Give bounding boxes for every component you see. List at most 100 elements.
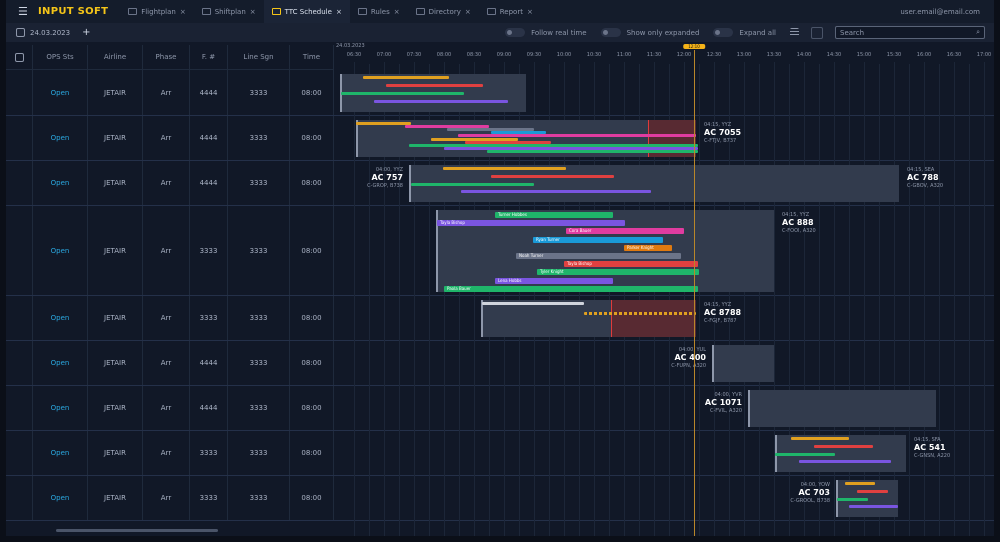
task-bar[interactable] bbox=[849, 505, 898, 509]
flight-label[interactable]: 04:00, YYZ AC 757 C-GROP, B738 bbox=[367, 166, 403, 190]
row-select-cell[interactable] bbox=[6, 386, 33, 430]
row-select-cell[interactable] bbox=[6, 161, 33, 205]
grid-line bbox=[984, 62, 985, 536]
row-select-cell[interactable] bbox=[6, 70, 33, 115]
task-bar[interactable] bbox=[458, 134, 696, 138]
labeled-task-bar[interactable]: Tyler Knight bbox=[537, 269, 699, 276]
dashed-task-bar[interactable] bbox=[584, 312, 696, 315]
column-header[interactable]: Line Sgn bbox=[228, 45, 290, 69]
task-bar[interactable] bbox=[443, 167, 566, 170]
ops-status[interactable]: Open bbox=[33, 70, 88, 115]
tab-ttc-schedule[interactable]: TTC Schedule × bbox=[263, 0, 350, 23]
tab-shiftplan[interactable]: Shiftplan × bbox=[194, 0, 264, 23]
task-bar[interactable] bbox=[363, 76, 449, 79]
ops-status[interactable]: Open bbox=[33, 161, 88, 205]
task-bar[interactable] bbox=[356, 122, 411, 125]
task-bar[interactable] bbox=[814, 444, 873, 448]
time-tick-label: 12:30 bbox=[706, 52, 722, 58]
tab-report[interactable]: Report × bbox=[479, 0, 541, 23]
toggle-label: Follow real time bbox=[531, 28, 587, 37]
task-bar[interactable] bbox=[845, 482, 875, 485]
flight-label[interactable]: 04:00, YUL AC 400 C-FUPN, A320 bbox=[671, 346, 706, 370]
ops-status[interactable]: Open bbox=[33, 476, 88, 520]
tab-directory[interactable]: Directory × bbox=[408, 0, 479, 23]
labeled-task-bar[interactable]: Tayla Bishop bbox=[437, 220, 625, 227]
ops-status[interactable]: Open bbox=[33, 296, 88, 340]
follow-real-time-toggle[interactable] bbox=[505, 28, 526, 37]
task-bar[interactable] bbox=[386, 84, 483, 87]
row-select-cell[interactable] bbox=[6, 296, 33, 340]
flight-label[interactable]: 04:15, YYZ AC 8788 C-FGJF, B787 bbox=[704, 301, 741, 325]
list-view-icon[interactable] bbox=[790, 28, 799, 37]
column-toggle-icon[interactable] bbox=[6, 45, 33, 69]
column-header[interactable]: Phase bbox=[143, 45, 190, 69]
tab-flightplan[interactable]: Flightplan × bbox=[120, 0, 194, 23]
column-header[interactable]: Time bbox=[290, 45, 334, 69]
column-header[interactable]: OPS Sts bbox=[33, 45, 88, 69]
ops-status[interactable]: Open bbox=[33, 431, 88, 475]
row-select-cell[interactable] bbox=[6, 431, 33, 475]
close-icon[interactable]: × bbox=[527, 8, 533, 16]
task-bar[interactable] bbox=[837, 497, 868, 501]
user-menu[interactable]: user.email@email.com bbox=[900, 8, 980, 16]
date-picker[interactable]: 24.03.2023 bbox=[30, 29, 70, 37]
ops-status[interactable]: Open bbox=[33, 116, 88, 160]
table-cell: 4444 bbox=[190, 386, 228, 430]
labeled-task-bar[interactable]: Tayla Bishop bbox=[564, 261, 698, 268]
time-tick-label: 13:30 bbox=[766, 52, 782, 58]
add-button[interactable]: + bbox=[82, 27, 90, 38]
row-select-cell[interactable] bbox=[6, 341, 33, 385]
labeled-task-bar[interactable]: Lena Hobbs bbox=[495, 277, 613, 284]
grid-line bbox=[939, 64, 940, 536]
tab-rules[interactable]: Rules × bbox=[350, 0, 408, 23]
task-bar[interactable] bbox=[374, 100, 508, 103]
search-input[interactable]: Search ⌕ bbox=[835, 26, 985, 39]
flight-label[interactable]: 04:15, YYZ AC 7055 C-FTJV, B737 bbox=[704, 121, 741, 145]
flight-label[interactable]: 04:15, SFA AC 541 C-GNSN, A220 bbox=[914, 436, 950, 460]
task-bar[interactable] bbox=[487, 149, 698, 153]
labeled-task-bar[interactable]: Ryan Turner bbox=[533, 236, 663, 243]
flight-label[interactable]: 04:15, YYZ AC 888 C-FOOI, A320 bbox=[782, 211, 816, 235]
labeled-task-bar[interactable]: Turner Hobbes bbox=[495, 212, 613, 218]
task-bar[interactable] bbox=[411, 182, 534, 186]
row-select-cell[interactable] bbox=[6, 476, 33, 520]
column-header[interactable]: F. # bbox=[190, 45, 228, 69]
row-select-cell[interactable] bbox=[6, 206, 33, 295]
grid-line bbox=[969, 64, 970, 536]
ops-status[interactable]: Open bbox=[33, 341, 88, 385]
calendar-icon[interactable] bbox=[16, 28, 25, 37]
ops-status[interactable]: Open bbox=[33, 206, 88, 295]
task-bar[interactable] bbox=[491, 174, 614, 178]
column-header[interactable]: Airline bbox=[88, 45, 143, 69]
task-bar[interactable] bbox=[791, 437, 849, 440]
current-time-line bbox=[694, 50, 695, 536]
task-bar[interactable] bbox=[341, 92, 464, 95]
flight-label[interactable]: 04:15, SEA AC 788 C-GBOV, A320 bbox=[907, 166, 943, 190]
task-bar[interactable] bbox=[775, 452, 835, 456]
gantt-view-icon[interactable] bbox=[811, 26, 823, 39]
labeled-task-bar[interactable]: Parker Knight bbox=[624, 244, 672, 251]
task-bar[interactable] bbox=[799, 460, 891, 464]
close-icon[interactable]: × bbox=[180, 8, 186, 16]
close-icon[interactable]: × bbox=[250, 8, 256, 16]
flight-label[interactable]: 04:00, YOW AC 703 C-GROOL, B738 bbox=[790, 481, 830, 505]
flight-block[interactable] bbox=[712, 345, 774, 382]
close-icon[interactable]: × bbox=[394, 8, 400, 16]
close-icon[interactable]: × bbox=[336, 8, 342, 16]
task-bar[interactable] bbox=[857, 489, 888, 493]
hamburger-menu-icon[interactable]: ☰ bbox=[18, 5, 30, 18]
labeled-task-bar[interactable]: Paola Bauer bbox=[444, 285, 698, 292]
task-bar[interactable] bbox=[461, 190, 651, 194]
task-bar[interactable] bbox=[482, 302, 584, 305]
timeline-date: 24.03.2023 bbox=[336, 43, 365, 49]
show-only-expanded-toggle[interactable] bbox=[600, 28, 621, 37]
ops-status[interactable]: Open bbox=[33, 386, 88, 430]
flight-label[interactable]: 04:00, YVR AC 1071 C-FVIL, A320 bbox=[705, 391, 742, 415]
row-select-cell[interactable] bbox=[6, 116, 33, 160]
horizontal-scrollbar[interactable] bbox=[56, 529, 218, 532]
close-icon[interactable]: × bbox=[465, 8, 471, 16]
labeled-task-bar[interactable]: Cora Bauer bbox=[566, 228, 684, 235]
expand-all-toggle[interactable] bbox=[713, 28, 734, 37]
labeled-task-bar[interactable]: Noah Turner bbox=[516, 253, 681, 259]
flight-block[interactable] bbox=[748, 390, 936, 427]
